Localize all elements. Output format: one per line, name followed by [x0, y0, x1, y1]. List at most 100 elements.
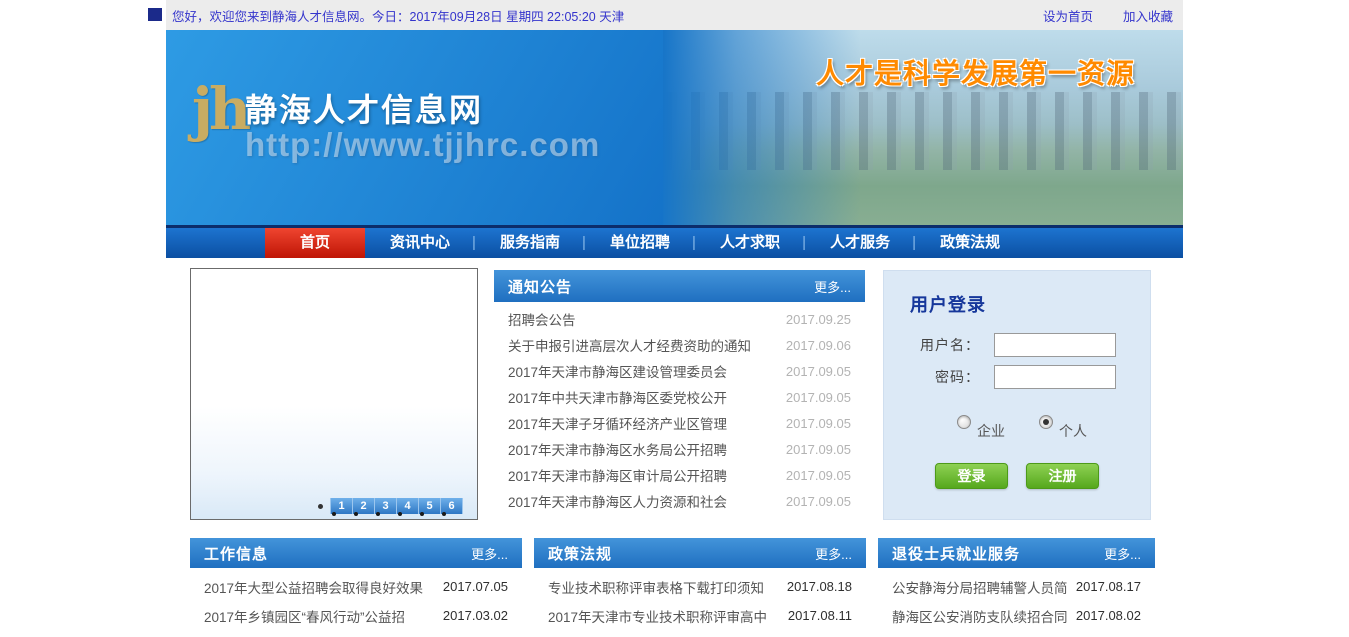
site-title: 静海人才信息网: [245, 85, 483, 131]
work-info-more-link[interactable]: 更多...: [471, 544, 508, 563]
notice-item[interactable]: 2017年天津市静海区水务局公开招聘 2017.09.05: [508, 436, 851, 462]
topbar-links: 设为首页 加入收藏: [1043, 6, 1173, 25]
login-button[interactable]: 登录: [935, 463, 1008, 489]
radio-icon: [1039, 415, 1053, 429]
top-bar: 您好，欢迎您来到静海人才信息网。今日：2017年09月28日 星期四 22:05…: [166, 0, 1183, 30]
carousel-page-button[interactable]: 4: [397, 498, 419, 514]
site-logo-icon: jh: [192, 80, 247, 138]
carousel-page-list: 1 2 3 4 5 6: [330, 498, 463, 514]
policy-item-title: 专业技术职称评审表格下载打印须知: [548, 577, 779, 597]
carousel-pager: 1 2 3 4 5 6: [318, 498, 463, 514]
content-row-2: 工作信息 更多... 2017年大型公益招聘会取得良好效果 2017.07.05…: [166, 538, 1183, 637]
veteran-service-item[interactable]: 公安静海分局招聘辅警人员简章 2017.08.17: [892, 572, 1141, 601]
policy-header: 政策法规 更多...: [534, 538, 866, 568]
notice-item-title: 2017年天津子牙循环经济产业区管理: [508, 413, 778, 433]
veteran-service-item-date: 2017.08.17: [1076, 579, 1141, 594]
veteran-service-item[interactable]: 防员简章: [892, 630, 1141, 637]
page: 您好，欢迎您来到静海人才信息网。今日：2017年09月28日 星期四 22:05…: [166, 0, 1183, 637]
banner-slogan: 人才是科学发展第一资源: [816, 52, 1135, 92]
veteran-service-item-title: 静海区公安消防支队续招合同制消: [892, 606, 1068, 626]
notice-item-date: 2017.09.05: [786, 416, 851, 431]
radio-icon: [957, 415, 971, 429]
nav-item[interactable]: 人才求职: [695, 228, 805, 258]
nav-item-label: 资讯中心: [390, 234, 450, 251]
notices-header: 通知公告 更多...: [494, 270, 865, 302]
veteran-service-header: 退役士兵就业服务 更多...: [878, 538, 1155, 568]
carousel-page-button[interactable]: 2: [353, 498, 375, 514]
notice-item-title: 关于申报引进高层次人才经费资助的通知: [508, 335, 778, 355]
account-type-radio[interactable]: 企业: [957, 415, 1005, 441]
username-input[interactable]: [994, 333, 1116, 357]
set-homepage-link[interactable]: 设为首页: [1043, 6, 1093, 25]
notice-item-date: 2017.09.05: [786, 390, 851, 405]
veteran-service-more-link[interactable]: 更多...: [1104, 544, 1141, 563]
work-info-item[interactable]: 2017年大型公益招聘会取得良好效果 2017.07.05: [204, 572, 508, 601]
work-info-item-title: 2017年乡镇园区“春风行动”公益招: [204, 606, 435, 626]
login-title: 用户登录: [910, 291, 1150, 317]
notice-item-date: 2017.09.05: [786, 468, 851, 483]
notice-item[interactable]: 2017年天津市静海区建设管理委员会 2017.09.05: [508, 358, 851, 384]
work-info-title: 工作信息: [204, 543, 268, 564]
account-type-group: 企业 个人: [884, 415, 1150, 441]
notice-item-title: 2017年天津市静海区人力资源和社会: [508, 491, 778, 511]
nav-item[interactable]: 资讯中心: [365, 228, 475, 258]
work-info-item[interactable]: 2017年乡镇园区“春风行动”公益招 2017.03.02: [204, 601, 508, 630]
notice-item[interactable]: 招聘会公告 2017.09.25: [508, 306, 851, 332]
account-type-radio[interactable]: 个人: [1039, 415, 1087, 441]
notice-item[interactable]: 2017年中共天津市静海区委党校公开 2017.09.05: [508, 384, 851, 410]
policy-item[interactable]: 职称管理信息系统操作手册 2017.08.09: [548, 630, 852, 637]
policy-item-date: 2017.08.11: [788, 608, 852, 623]
veteran-service-panel: 退役士兵就业服务 更多... 公安静海分局招聘辅警人员简章 2017.08.17…: [878, 538, 1155, 637]
work-info-item[interactable]: 2017年《春风行动》大型公益招聘会 2017.03.27: [204, 630, 508, 637]
notice-item-title: 2017年天津市静海区建设管理委员会: [508, 361, 778, 381]
password-field-row: 密码：: [884, 365, 1150, 389]
policy-list: 专业技术职称评审表格下载打印须知 2017.08.18 2017年天津市专业技术…: [534, 568, 866, 637]
nav-list: 首页 资讯中心 服务指南 单位招聘 人才求职 人才: [166, 228, 1183, 258]
policy-item[interactable]: 2017年天津市专业技术职称评审高中 2017.08.11: [548, 601, 852, 630]
login-panel: 用户登录 用户名： 密码： 企业 个人: [883, 270, 1151, 520]
carousel-page-button[interactable]: 6: [441, 498, 463, 514]
notice-item[interactable]: 2017年天津市静海区审计局公开招聘 2017.09.05: [508, 462, 851, 488]
policy-panel: 政策法规 更多... 专业技术职称评审表格下载打印须知 2017.08.18 2…: [534, 538, 866, 637]
policy-item-title: 2017年天津市专业技术职称评审高中: [548, 606, 780, 626]
nav-item[interactable]: 单位招聘: [585, 228, 695, 258]
veteran-service-list: 公安静海分局招聘辅警人员简章 2017.08.17 静海区公安消防支队续招合同制…: [878, 568, 1155, 637]
notice-item-title: 2017年天津市静海区审计局公开招聘: [508, 465, 778, 485]
notice-item[interactable]: 2017年天津市静海区人力资源和社会 2017.09.05: [508, 488, 851, 514]
notice-item-title: 2017年中共天津市静海区委党校公开: [508, 387, 778, 407]
nav-item[interactable]: 政策法规: [915, 228, 1025, 258]
notice-item[interactable]: 关于申报引进高层次人才经费资助的通知 2017.09.06: [508, 332, 851, 358]
notice-item[interactable]: 2017年天津子牙循环经济产业区管理 2017.09.05: [508, 410, 851, 436]
nav-item-label: 人才求职: [720, 234, 780, 251]
notice-item-date: 2017.09.05: [786, 494, 851, 509]
carousel-dot-icon: [318, 504, 323, 509]
account-type-label: 个人: [1059, 421, 1087, 441]
nav-item[interactable]: 首页: [265, 228, 365, 258]
notice-item-date: 2017.09.25: [786, 312, 851, 327]
username-field-row: 用户名：: [884, 333, 1150, 357]
policy-more-link[interactable]: 更多...: [815, 544, 852, 563]
banner-cityscape-photo: 人才是科学发展第一资源: [663, 30, 1183, 225]
carousel-page-button[interactable]: 5: [419, 498, 441, 514]
password-input[interactable]: [994, 365, 1116, 389]
carousel-page-button[interactable]: 1: [331, 498, 353, 514]
add-favorite-link[interactable]: 加入收藏: [1123, 6, 1173, 25]
carousel: 1 2 3 4 5 6: [190, 268, 478, 520]
carousel-page-button[interactable]: 3: [375, 498, 397, 514]
veteran-service-item-title: 公安静海分局招聘辅警人员简章: [892, 577, 1068, 597]
register-button[interactable]: 注册: [1026, 463, 1099, 489]
header-banner: 人才是科学发展第一资源 jh 静海人才信息网 http://www.tjjhrc…: [166, 30, 1183, 225]
nav-item-label: 服务指南: [500, 234, 560, 251]
notices-more-link[interactable]: 更多...: [814, 277, 851, 296]
veteran-service-item[interactable]: 静海区公安消防支队续招合同制消 2017.08.02: [892, 601, 1141, 630]
nav-item-label: 首页: [300, 234, 330, 251]
notice-item-title: 2017年天津市静海区水务局公开招聘: [508, 439, 778, 459]
notice-item-date: 2017.09.06: [786, 338, 851, 353]
work-info-header: 工作信息 更多...: [190, 538, 522, 568]
veteran-service-title: 退役士兵就业服务: [892, 543, 1020, 564]
work-info-panel: 工作信息 更多... 2017年大型公益招聘会取得良好效果 2017.07.05…: [190, 538, 522, 637]
nav-item[interactable]: 服务指南: [475, 228, 585, 258]
nav-item[interactable]: 人才服务: [805, 228, 915, 258]
login-buttons-row: 登录 注册: [884, 463, 1150, 489]
policy-item[interactable]: 专业技术职称评审表格下载打印须知 2017.08.18: [548, 572, 852, 601]
